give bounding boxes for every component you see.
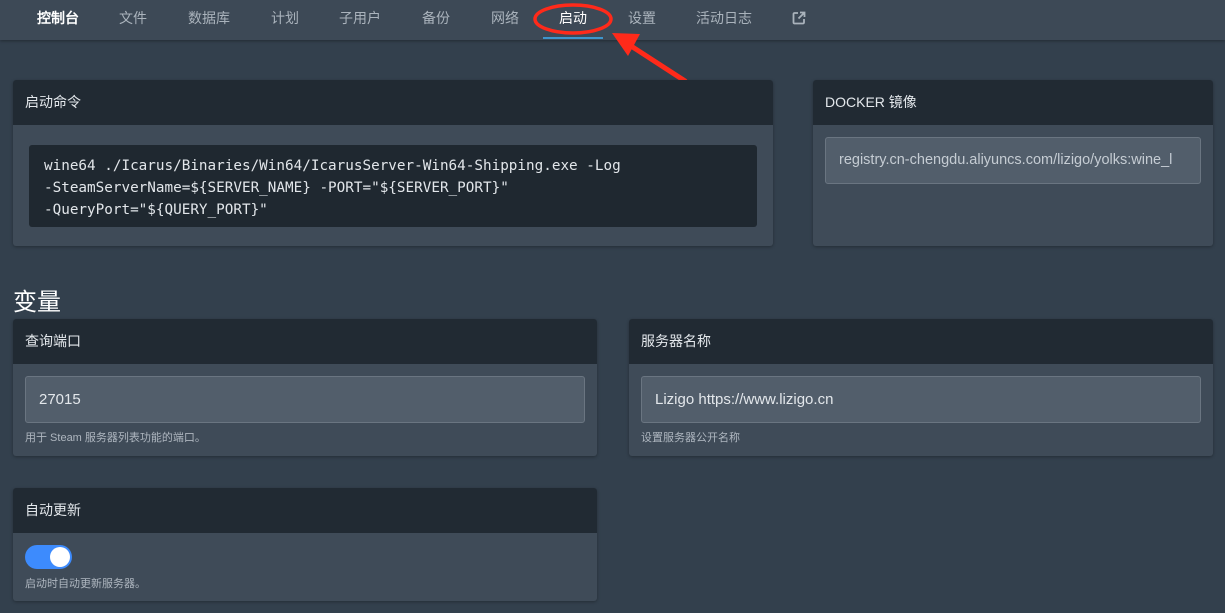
startup-command-title: 启动命令 [13,80,773,125]
tab-subusers[interactable]: 子用户 [339,0,381,40]
command-line: -SteamServerName=${SERVER_NAME} -PORT="$… [44,180,509,196]
docker-image-select[interactable]: registry.cn-chengdu.aliyuncs.com/lizigo/… [825,137,1201,184]
startup-command-card: 启动命令 wine64 ./Icarus/Binaries/Win64/Icar… [13,80,773,246]
auto-update-card: 自动更新 启动时自动更新服务器。 [13,488,597,601]
tab-schedules[interactable]: 计划 [271,0,299,40]
docker-image-card: DOCKER 镜像 registry.cn-chengdu.aliyuncs.c… [813,80,1213,246]
query-port-card: 查询端口 27015 用于 Steam 服务器列表功能的端口。 [13,319,597,456]
server-name-label: 服务器名称 [629,319,1213,364]
server-name-card: 服务器名称 Lizigo https://www.lizigo.cn 设置服务器… [629,319,1213,456]
auto-update-toggle[interactable] [25,545,72,569]
tab-startup[interactable]: 启动 [559,0,587,40]
auto-update-help: 启动时自动更新服务器。 [25,578,146,590]
server-name-help: 设置服务器公开名称 [641,432,740,444]
tab-console[interactable]: 控制台 [37,0,79,40]
command-line: -QueryPort="${QUERY_PORT}" [44,202,268,218]
tab-databases[interactable]: 数据库 [188,0,230,40]
tab-backups[interactable]: 备份 [422,0,450,40]
tab-settings[interactable]: 设置 [628,0,656,40]
variables-title: 变量 [13,289,61,316]
query-port-label: 查询端口 [13,319,597,364]
auto-update-label: 自动更新 [13,488,597,533]
top-navigation: 控制台 文件 数据库 计划 子用户 备份 网络 启动 设置 活动日志 [0,0,1225,40]
toggle-knob [50,547,70,567]
active-tab-indicator [543,37,603,39]
server-name-input[interactable]: Lizigo https://www.lizigo.cn [641,376,1201,423]
tab-activity-log[interactable]: 活动日志 [696,0,752,40]
query-port-input[interactable]: 27015 [25,376,585,423]
external-link-icon[interactable] [791,10,807,26]
startup-command-box: wine64 ./Icarus/Binaries/Win64/IcarusSer… [29,145,757,227]
docker-image-title: DOCKER 镜像 [813,80,1213,125]
command-line: wine64 ./Icarus/Binaries/Win64/IcarusSer… [44,158,621,174]
query-port-help: 用于 Steam 服务器列表功能的端口。 [25,432,206,444]
tab-network[interactable]: 网络 [491,0,519,40]
tab-files[interactable]: 文件 [119,0,147,40]
